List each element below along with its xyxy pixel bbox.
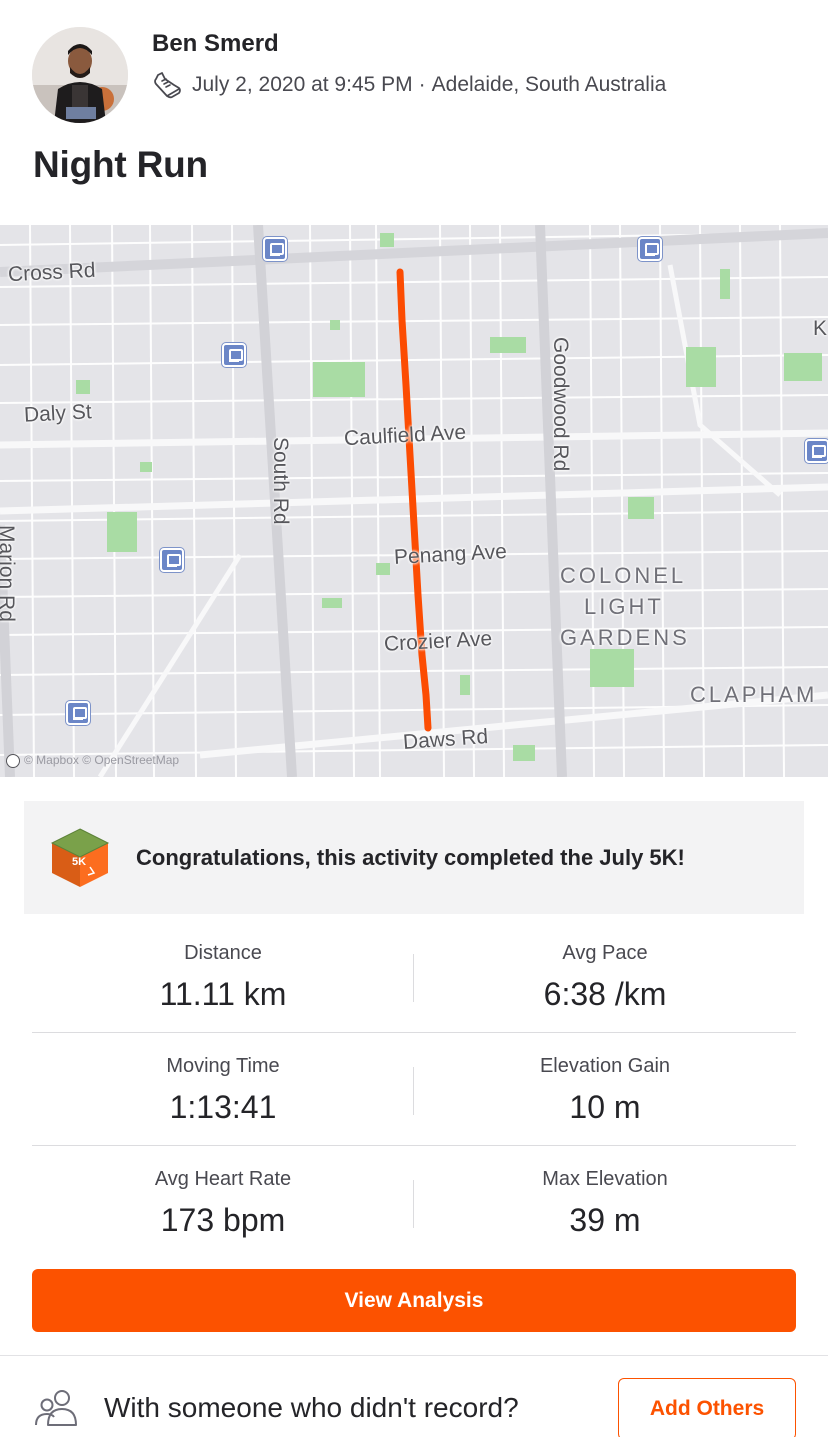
stat-elevation-gain: Elevation Gain 10 m — [414, 1033, 796, 1146]
stat-moving-time: Moving Time 1:13:41 — [32, 1033, 414, 1146]
map-attribution[interactable]: © Mapbox © OpenStreetMap — [6, 753, 179, 768]
map-label-marion-rd: Marion Rd — [0, 525, 18, 622]
challenge-message: Congratulations, this activity completed… — [136, 845, 685, 870]
athlete-avatar[interactable] — [32, 27, 128, 123]
map-label-k: K — [813, 317, 828, 340]
stat-max-elevation: Max Elevation 39 m — [414, 1146, 796, 1259]
stat-value: 1:13:41 — [169, 1089, 277, 1125]
activity-title: Night Run — [33, 144, 208, 185]
view-analysis-button[interactable]: View Analysis — [32, 1269, 796, 1332]
stat-label: Elevation Gain — [539, 1055, 671, 1077]
train-station-icon — [263, 237, 287, 261]
meta-separator: · — [418, 73, 426, 96]
athlete-name[interactable]: Ben Smerd — [152, 30, 279, 58]
map-label-light: LIGHT — [584, 594, 664, 619]
route-map[interactable]: Cross Rd Daly St Caulfield Ave South Rd … — [0, 225, 828, 777]
activity-stats: Distance 11.11 km Avg Pace 6:38 /km Movi… — [32, 920, 796, 1259]
map-label-daly-st: Daly St — [23, 400, 93, 427]
activity-location: Adelaide, South Australia — [431, 73, 667, 96]
stats-row: Moving Time 1:13:41 Elevation Gain 10 m — [32, 1033, 796, 1146]
map-label-clapham: CLAPHAM — [690, 682, 818, 707]
stats-row: Avg Heart Rate 173 bpm Max Elevation 39 … — [32, 1146, 796, 1259]
challenge-badge-icon: 5K — [50, 828, 110, 887]
running-shoe-icon — [154, 72, 181, 99]
section-divider — [0, 1355, 828, 1356]
stat-label: Avg Pace — [562, 942, 648, 964]
stat-value: 11.11 km — [159, 976, 287, 1012]
map-label-colonel: COLONEL — [560, 563, 687, 588]
mapbox-logo-icon — [6, 753, 20, 768]
activity-header: Ben Smerd July 2, 2020 at 9:45 PM · Adel… — [0, 0, 828, 225]
stat-label: Max Elevation — [542, 1168, 668, 1190]
stat-value: 6:38 /km — [543, 976, 667, 1012]
stat-distance: Distance 11.11 km — [32, 920, 414, 1033]
stat-avg-pace: Avg Pace 6:38 /km — [414, 920, 796, 1033]
map-label-cross-rd: Cross Rd — [7, 258, 97, 287]
challenge-banner[interactable]: 5K Congratulations, this activity comple… — [24, 801, 804, 914]
stat-label: Avg Heart Rate — [154, 1168, 292, 1190]
stat-avg-heart-rate: Avg Heart Rate 173 bpm — [32, 1146, 414, 1259]
map-label-south-rd: South Rd — [269, 437, 292, 525]
stat-value: 39 m — [569, 1202, 641, 1238]
stat-label: Moving Time — [166, 1055, 280, 1077]
train-station-icon — [66, 701, 90, 725]
with-others-prompt: With someone who didn't record? — [104, 1392, 519, 1423]
stats-row: Distance 11.11 km Avg Pace 6:38 /km — [32, 920, 796, 1033]
add-others-button[interactable]: Add Others — [618, 1378, 796, 1437]
map-label-goodwood-rd: Goodwood Rd — [549, 337, 572, 472]
train-station-icon — [222, 343, 246, 367]
activity-date: July 2, 2020 at 9:45 PM — [192, 73, 413, 96]
train-station-icon — [638, 237, 662, 261]
stat-value: 10 m — [569, 1089, 641, 1125]
badge-label: 5K — [72, 856, 86, 868]
map-label-gardens: GARDENS — [560, 625, 690, 650]
train-station-icon — [805, 439, 828, 463]
stat-value: 173 bpm — [160, 1202, 286, 1238]
train-station-icon — [160, 548, 184, 572]
stat-label: Distance — [184, 942, 262, 964]
activity-meta: July 2, 2020 at 9:45 PM · Adelaide, Sout… — [152, 68, 666, 102]
people-icon — [35, 1390, 77, 1426]
